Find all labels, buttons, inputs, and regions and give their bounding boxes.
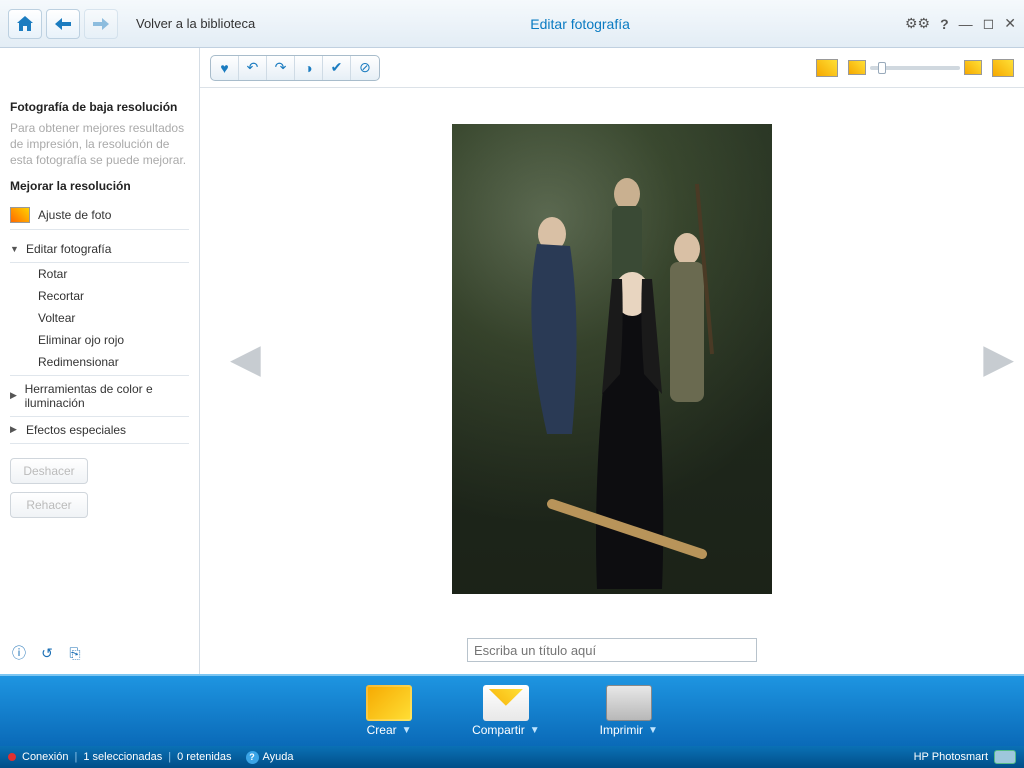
image-viewer: ◀ ▶ <box>200 88 1024 630</box>
info-icon[interactable]: ⓘ <box>10 644 28 662</box>
sidebar: Fotografía de baja resolución Para obten… <box>0 48 200 674</box>
settings-icon[interactable]: ⚙⚙ <box>905 15 930 32</box>
forward-button[interactable] <box>84 9 118 39</box>
zoom-handle[interactable] <box>878 62 886 74</box>
chevron-down-icon: ▼ <box>10 244 20 254</box>
photo-toolbar: ♥ ↶ ↷ ◑ ✔ ⊘ <box>200 48 1024 88</box>
connection-text[interactable]: Conexión <box>22 751 68 763</box>
connection-status-icon <box>8 753 16 761</box>
adjust-icon <box>10 207 30 223</box>
photo-adjust-option[interactable]: Ajuste de foto <box>10 201 189 230</box>
zoom-slider[interactable] <box>870 66 960 70</box>
tag-button[interactable]: ◑ <box>295 56 323 80</box>
dropdown-icon: ▼ <box>402 725 412 736</box>
hp-logo <box>994 750 1016 764</box>
revert-icon[interactable]: ↺ <box>38 644 56 662</box>
edit-photo-section[interactable]: ▼ Editar fotografía <box>10 236 189 263</box>
low-res-title: Fotografía de baja resolución <box>10 100 189 114</box>
low-res-description: Para obtener mejores resultados de impre… <box>10 120 189 169</box>
fullscreen-button[interactable] <box>992 59 1014 77</box>
redo-button: Rehacer <box>10 492 88 518</box>
minimize-button[interactable]: — <box>959 16 973 32</box>
help-icon[interactable]: ? <box>940 16 949 32</box>
chevron-right-icon: ▶ <box>10 424 20 435</box>
rotate-left-button[interactable]: ↶ <box>239 56 267 80</box>
flip-option[interactable]: Voltear <box>10 307 189 329</box>
reject-button[interactable]: ⊘ <box>351 56 379 80</box>
home-button[interactable] <box>8 9 42 39</box>
status-bar: Conexión | 1 seleccionadas | 0 retenidas… <box>0 746 1024 768</box>
edit-button-group: ♥ ↶ ↷ ◑ ✔ ⊘ <box>210 55 380 81</box>
selected-count[interactable]: 1 seleccionadas <box>83 751 162 763</box>
undo-button: Deshacer <box>10 458 88 484</box>
color-tools-section[interactable]: ▶ Herramientas de color e iluminación <box>10 376 189 417</box>
retained-count[interactable]: 0 retenidas <box>177 751 231 763</box>
create-icon <box>366 685 412 721</box>
photo-preview[interactable] <box>452 124 772 594</box>
redeye-option[interactable]: Eliminar ojo rojo <box>10 329 189 351</box>
zoom-in-button[interactable] <box>964 60 982 75</box>
close-button[interactable]: ✕ <box>1004 15 1016 32</box>
resize-option[interactable]: Redimensionar <box>10 351 189 376</box>
rotate-right-button[interactable]: ↷ <box>267 56 295 80</box>
page-title: Editar fotografía <box>255 16 905 32</box>
rotate-option[interactable]: Rotar <box>10 263 189 285</box>
prev-photo-button[interactable]: ◀ <box>230 336 261 382</box>
back-button[interactable] <box>46 9 80 39</box>
dropdown-icon: ▼ <box>530 725 540 736</box>
print-action[interactable]: Imprimir▼ <box>600 685 658 737</box>
maximize-button[interactable]: ◻ <box>983 15 995 32</box>
crop-option[interactable]: Recortar <box>10 285 189 307</box>
dropdown-icon: ▼ <box>648 725 658 736</box>
effects-section[interactable]: ▶ Efectos especiales <box>10 417 189 444</box>
create-action[interactable]: Crear▼ <box>366 685 412 737</box>
chevron-right-icon: ▶ <box>10 390 19 401</box>
adjust-label: Ajuste de foto <box>38 208 111 222</box>
zoom-out-button[interactable] <box>848 60 866 75</box>
next-photo-button[interactable]: ▶ <box>983 336 1014 382</box>
help-status-icon[interactable]: ? <box>246 751 259 764</box>
approve-button[interactable]: ✔ <box>323 56 351 80</box>
action-bar: Crear▼ Compartir▼ Imprimir▼ <box>0 674 1024 746</box>
share-icon <box>483 685 529 721</box>
brand-label: HP Photosmart <box>914 751 988 763</box>
content-area: ♥ ↶ ↷ ◑ ✔ ⊘ ◀ <box>200 48 1024 674</box>
photo-title-input[interactable] <box>467 638 757 662</box>
favorite-button[interactable]: ♥ <box>211 56 239 80</box>
help-link[interactable]: Ayuda <box>263 751 294 763</box>
save-copy-icon[interactable]: ⎘ <box>66 644 84 662</box>
improve-resolution-title: Mejorar la resolución <box>10 179 189 193</box>
share-action[interactable]: Compartir▼ <box>472 685 540 737</box>
top-toolbar: Volver a la biblioteca Editar fotografía… <box>0 0 1024 48</box>
print-icon <box>606 685 652 721</box>
fit-window-button[interactable] <box>816 59 838 77</box>
back-to-library-link[interactable]: Volver a la biblioteca <box>136 16 255 31</box>
